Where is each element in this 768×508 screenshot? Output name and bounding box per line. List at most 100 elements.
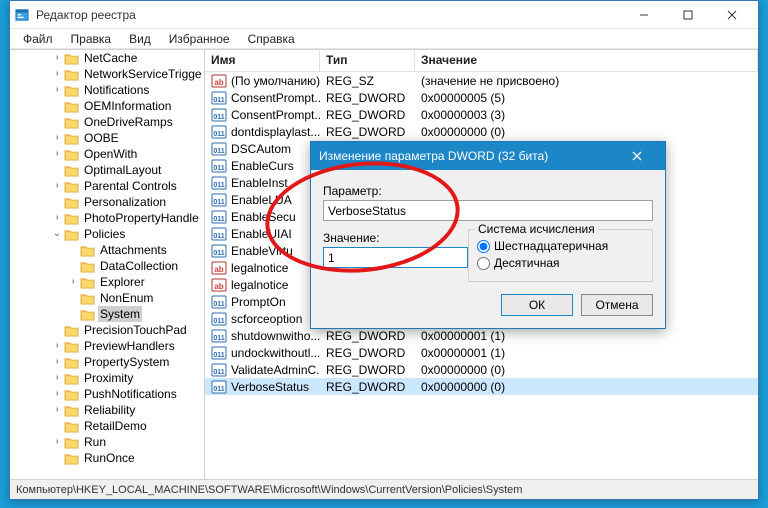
binary-value-icon: 011 — [211, 328, 227, 344]
tree-node[interactable]: OneDriveRamps — [10, 114, 204, 130]
tree-label[interactable]: DataCollection — [98, 258, 180, 274]
chevron-right-icon[interactable]: › — [50, 434, 64, 450]
ok-button[interactable]: ОК — [501, 294, 573, 316]
maximize-button[interactable] — [666, 1, 710, 29]
chevron-right-icon[interactable]: › — [50, 354, 64, 370]
value-row[interactable]: 011ValidateAdminC...REG_DWORD0x00000000 … — [205, 361, 758, 378]
tree-node[interactable]: › PreviewHandlers — [10, 338, 204, 354]
radio-dec-input[interactable] — [477, 257, 490, 270]
chevron-right-icon[interactable]: › — [66, 274, 80, 290]
tree-node[interactable]: OEMInformation — [10, 98, 204, 114]
tree-label[interactable]: Personalization — [82, 194, 168, 210]
tree-node[interactable]: › PushNotifications — [10, 386, 204, 402]
value-row[interactable]: 011undockwithoutl...REG_DWORD0x00000001 … — [205, 344, 758, 361]
tree-node[interactable]: › OpenWith — [10, 146, 204, 162]
chevron-right-icon[interactable]: › — [50, 386, 64, 402]
tree-label[interactable]: Parental Controls — [82, 178, 179, 194]
tree-node[interactable]: RetailDemo — [10, 418, 204, 434]
tree-label[interactable]: OEMInformation — [82, 98, 173, 114]
chevron-right-icon[interactable]: › — [50, 210, 64, 226]
value-input[interactable] — [323, 247, 468, 268]
tree-label[interactable]: Policies — [82, 226, 127, 242]
chevron-right-icon[interactable]: › — [50, 370, 64, 386]
tree-node[interactable]: NonEnum — [10, 290, 204, 306]
tree-label[interactable]: System — [98, 306, 142, 322]
tree-node[interactable]: PrecisionTouchPad — [10, 322, 204, 338]
minimize-button[interactable] — [622, 1, 666, 29]
tree-node[interactable]: Personalization — [10, 194, 204, 210]
cancel-button[interactable]: Отмена — [581, 294, 653, 316]
tree-node[interactable]: › Explorer — [10, 274, 204, 290]
col-type[interactable]: Тип — [320, 50, 415, 71]
tree-node[interactable]: OptimalLayout — [10, 162, 204, 178]
registry-tree[interactable]: › NetCache › NetworkServiceTrigge › Notificat… — [10, 50, 205, 479]
tree-node[interactable]: DataCollection — [10, 258, 204, 274]
tree-node[interactable]: RunOnce — [10, 450, 204, 466]
menu-view[interactable]: Вид — [122, 31, 158, 47]
tree-node[interactable]: › PhotoPropertyHandle — [10, 210, 204, 226]
chevron-right-icon[interactable]: › — [50, 66, 64, 82]
value-row[interactable]: 011VerboseStatusREG_DWORD0x00000000 (0) — [205, 378, 758, 395]
col-name[interactable]: Имя — [205, 50, 320, 71]
menu-help[interactable]: Справка — [241, 31, 302, 47]
chevron-down-icon[interactable]: ⌄ — [50, 226, 64, 242]
tree-node[interactable]: › Proximity — [10, 370, 204, 386]
value-name: dontdisplaylast... — [231, 125, 320, 139]
tree-label[interactable]: PreviewHandlers — [82, 338, 177, 354]
radio-hex[interactable]: Шестнадцатеричная — [477, 239, 644, 253]
value-row[interactable]: 011ConsentPrompt...REG_DWORD0x00000003 (… — [205, 106, 758, 123]
dialog-close-button[interactable] — [617, 142, 657, 170]
value-row[interactable]: 011shutdownwitho...REG_DWORD0x00000001 (… — [205, 327, 758, 344]
tree-label[interactable]: Reliability — [82, 402, 137, 418]
chevron-right-icon[interactable]: › — [50, 146, 64, 162]
tree-node[interactable]: › PropertySystem — [10, 354, 204, 370]
radio-hex-input[interactable] — [477, 240, 490, 253]
tree-label[interactable]: Explorer — [98, 274, 147, 290]
chevron-right-icon[interactable]: › — [50, 178, 64, 194]
tree-label[interactable]: Proximity — [82, 370, 135, 386]
chevron-right-icon[interactable]: › — [50, 338, 64, 354]
tree-label[interactable]: OOBE — [82, 130, 121, 146]
radio-dec[interactable]: Десятичная — [477, 256, 644, 270]
menu-favorites[interactable]: Избранное — [162, 31, 237, 47]
chevron-right-icon[interactable]: › — [50, 130, 64, 146]
tree-node[interactable]: › Notifications — [10, 82, 204, 98]
tree-label[interactable]: Attachments — [98, 242, 169, 258]
tree-label[interactable]: PushNotifications — [82, 386, 179, 402]
tree-node[interactable]: › OOBE — [10, 130, 204, 146]
tree-label[interactable]: OpenWith — [82, 146, 139, 162]
tree-label[interactable]: PhotoPropertyHandle — [82, 210, 201, 226]
param-input[interactable] — [323, 200, 653, 221]
chevron-right-icon[interactable]: › — [50, 82, 64, 98]
tree-node[interactable]: › Parental Controls — [10, 178, 204, 194]
menu-file[interactable]: Файл — [16, 31, 60, 47]
tree-label[interactable]: NonEnum — [98, 290, 155, 306]
tree-label[interactable]: PrecisionTouchPad — [82, 322, 189, 338]
tree-node[interactable]: › NetworkServiceTrigge — [10, 66, 204, 82]
col-data[interactable]: Значение — [415, 50, 758, 71]
value-row[interactable]: 011ConsentPrompt...REG_DWORD0x00000005 (… — [205, 89, 758, 106]
tree-label[interactable]: OptimalLayout — [82, 162, 163, 178]
tree-node[interactable]: › NetCache — [10, 50, 204, 66]
close-button[interactable] — [710, 1, 754, 29]
value-row[interactable]: 011dontdisplaylast...REG_DWORD0x00000000… — [205, 123, 758, 140]
value-row[interactable]: ab(По умолчанию)REG_SZ(значение не присв… — [205, 72, 758, 89]
dialog-titlebar[interactable]: Изменение параметра DWORD (32 бита) — [311, 142, 665, 170]
tree-label[interactable]: RetailDemo — [82, 418, 149, 434]
chevron-right-icon[interactable]: › — [50, 50, 64, 66]
tree-label[interactable]: OneDriveRamps — [82, 114, 175, 130]
tree-label[interactable]: PropertySystem — [82, 354, 171, 370]
tree-node[interactable]: › Reliability — [10, 402, 204, 418]
tree-node[interactable]: Attachments — [10, 242, 204, 258]
tree-node[interactable]: System — [10, 306, 204, 322]
tree-label[interactable]: NetworkServiceTrigge — [82, 66, 204, 82]
chevron-right-icon[interactable]: › — [50, 402, 64, 418]
titlebar[interactable]: Редактор реестра — [10, 1, 758, 29]
tree-label[interactable]: RunOnce — [82, 450, 137, 466]
tree-label[interactable]: Run — [82, 434, 108, 450]
tree-label[interactable]: NetCache — [82, 50, 139, 66]
tree-node[interactable]: › Run — [10, 434, 204, 450]
tree-label[interactable]: Notifications — [82, 82, 151, 98]
menu-edit[interactable]: Правка — [64, 31, 119, 47]
tree-node[interactable]: ⌄ Policies — [10, 226, 204, 242]
